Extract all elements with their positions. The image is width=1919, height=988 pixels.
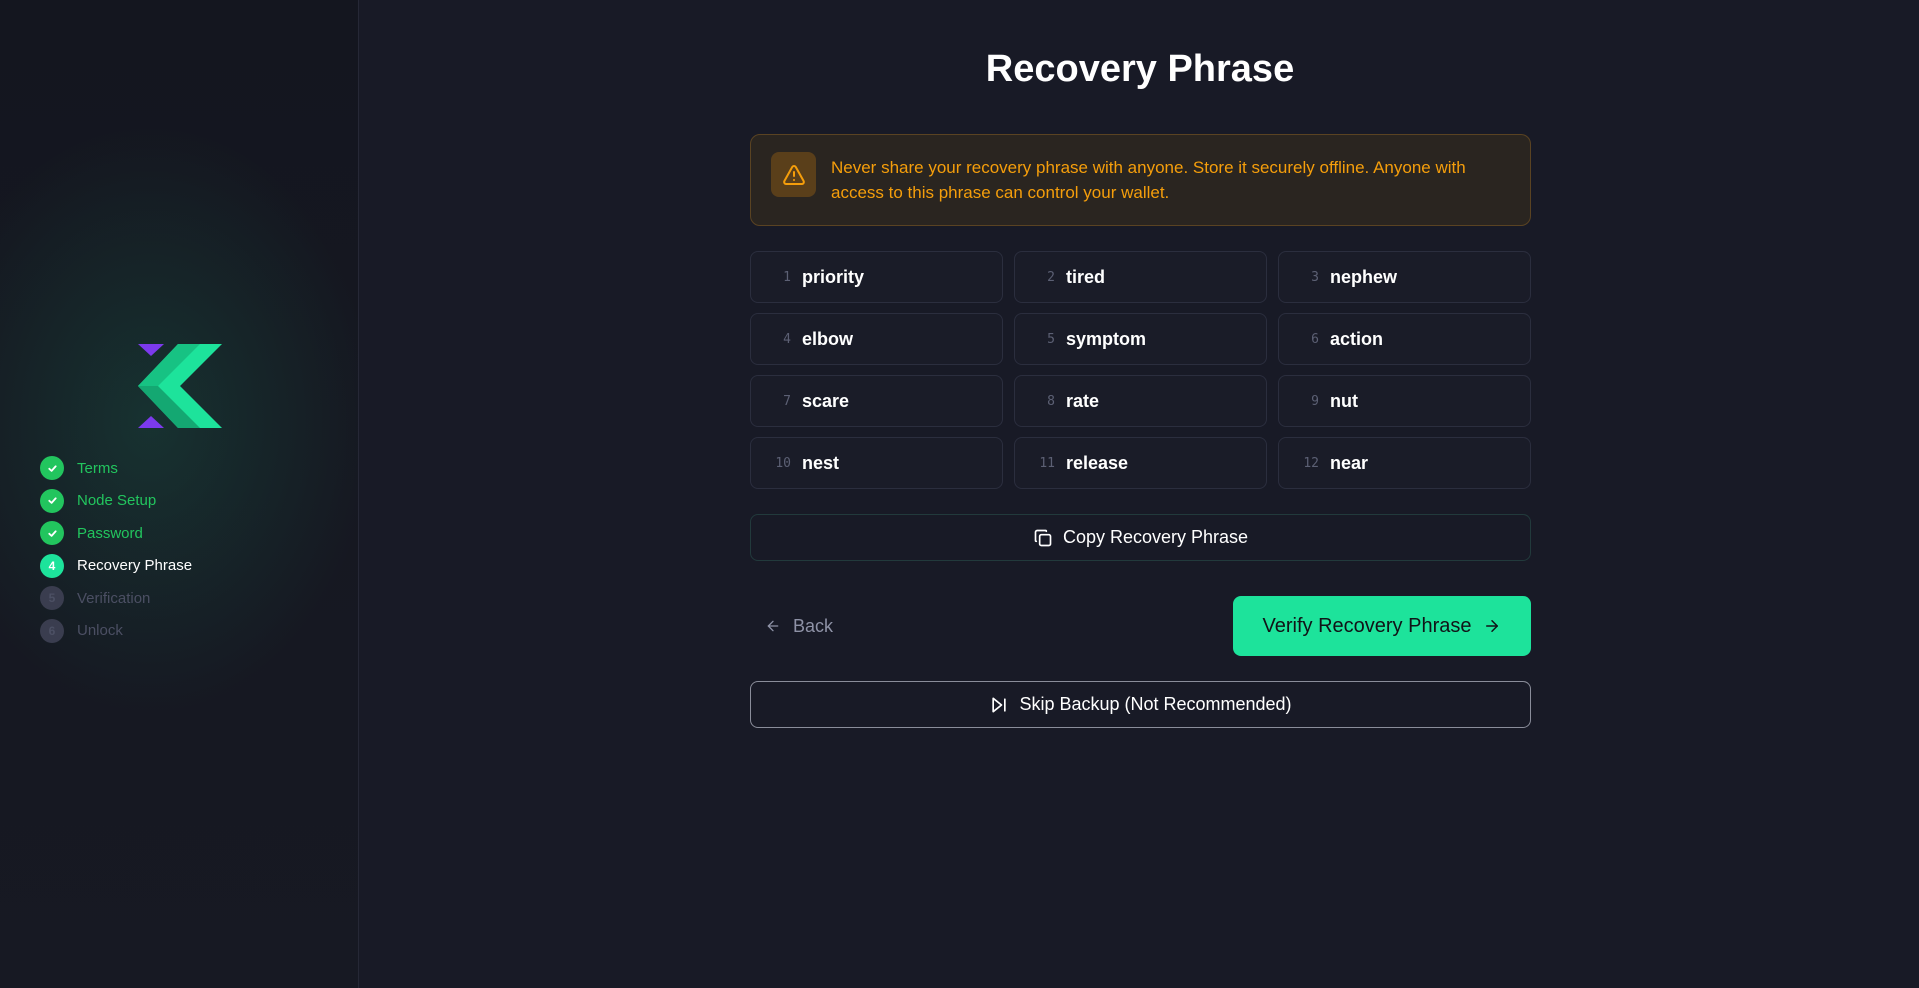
word-index: 10	[775, 455, 791, 471]
word-text: nut	[1330, 390, 1358, 411]
word-text: nephew	[1330, 266, 1398, 287]
phrase-word: 7 scare	[750, 375, 1003, 427]
step-node-setup[interactable]: Node Setup	[40, 488, 192, 513]
step-label: Recovery Phrase	[77, 557, 193, 574]
word-index: 3	[1311, 269, 1319, 285]
verify-recovery-phrase-button[interactable]: Verify Recovery Phrase	[1233, 596, 1531, 656]
phrase-word: 4 elbow	[750, 313, 1003, 365]
phrase-word: 10 nest	[750, 437, 1003, 489]
word-index: 5	[1047, 331, 1055, 347]
recovery-phrase-grid: 1 priority 2 tired 3 nephew 4 elbow 5 symptom…	[750, 251, 1531, 489]
word-text: symptom	[1066, 328, 1147, 349]
step-list: Terms Node Setup Password 4 Recovery Phr…	[40, 456, 192, 651]
word-text: near	[1330, 452, 1369, 473]
step-unlock[interactable]: 6 Unlock	[40, 618, 192, 643]
word-index: 12	[1303, 455, 1319, 471]
step-label: Unlock	[77, 622, 123, 639]
phrase-word: 2 tired	[1014, 251, 1267, 303]
word-index: 8	[1047, 393, 1055, 409]
copy-label: Copy Recovery Phrase	[1062, 527, 1249, 547]
phrase-word: 1 priority	[750, 251, 1003, 303]
skip-backup-button[interactable]: Skip Backup (Not Recommended)	[750, 681, 1531, 728]
word-index: 7	[783, 393, 791, 409]
phrase-word: 3 nephew	[1278, 251, 1531, 303]
step-label: Password	[77, 524, 143, 542]
word-text: scare	[802, 390, 850, 411]
word-text: action	[1330, 328, 1384, 349]
back-button[interactable]: Back	[765, 612, 833, 640]
word-index: 4	[783, 331, 791, 347]
word-text: rate	[1066, 390, 1100, 411]
arrow-left-icon	[767, 620, 779, 632]
step-number: 6	[40, 618, 64, 643]
warning-text: Never share your recovery phrase with an…	[831, 158, 1466, 202]
step-password[interactable]: Password	[40, 521, 192, 545]
check-icon	[40, 488, 64, 513]
phrase-word: 12 near	[1278, 437, 1531, 489]
check-icon	[40, 521, 64, 545]
back-label: Back	[793, 615, 834, 636]
step-number: 5	[40, 586, 64, 610]
step-terms[interactable]: Terms	[40, 456, 192, 480]
step-verification[interactable]: 5 Verification	[40, 586, 192, 610]
phrase-word: 8 rate	[1014, 375, 1267, 427]
word-index: 9	[1311, 393, 1319, 409]
step-number: 4	[40, 553, 64, 578]
warning-icon	[771, 152, 816, 197]
page-title: Recovery Phrase	[985, 48, 1295, 90]
step-label: Terms	[77, 459, 118, 477]
verify-label: Verify Recovery Phrase	[1262, 614, 1472, 637]
warning-banner: Never share your recovery phrase with an…	[750, 134, 1531, 226]
word-index: 2	[1047, 269, 1055, 285]
phrase-word: 9 nut	[1278, 375, 1531, 427]
phrase-word: 6 action	[1278, 313, 1531, 365]
word-text: nest	[802, 452, 840, 473]
word-text: tired	[1066, 266, 1106, 287]
phrase-word: 11 release	[1014, 437, 1267, 489]
copy-icon	[1034, 529, 1052, 546]
phrase-word: 5 symptom	[1014, 313, 1267, 365]
copy-recovery-phrase-button[interactable]: Copy Recovery Phrase	[750, 514, 1531, 561]
word-text: release	[1066, 452, 1129, 473]
word-text: elbow	[802, 328, 854, 349]
check-icon	[40, 456, 64, 480]
sidebar: Terms Node Setup Password 4 Recovery Phr…	[0, 0, 359, 988]
word-index: 6	[1311, 331, 1319, 347]
step-recovery-phrase[interactable]: 4 Recovery Phrase	[40, 553, 193, 578]
step-label: Verification	[77, 589, 151, 607]
step-label: Node Setup	[77, 492, 157, 509]
skip-label: Skip Backup (Not Recommended)	[1019, 694, 1292, 714]
word-index: 11	[1039, 455, 1055, 471]
arrow-right-icon	[1486, 620, 1499, 632]
skip-forward-icon	[992, 697, 1007, 712]
word-index: 1	[783, 269, 791, 285]
app-logo-icon	[138, 344, 222, 428]
word-text: priority	[802, 266, 865, 287]
